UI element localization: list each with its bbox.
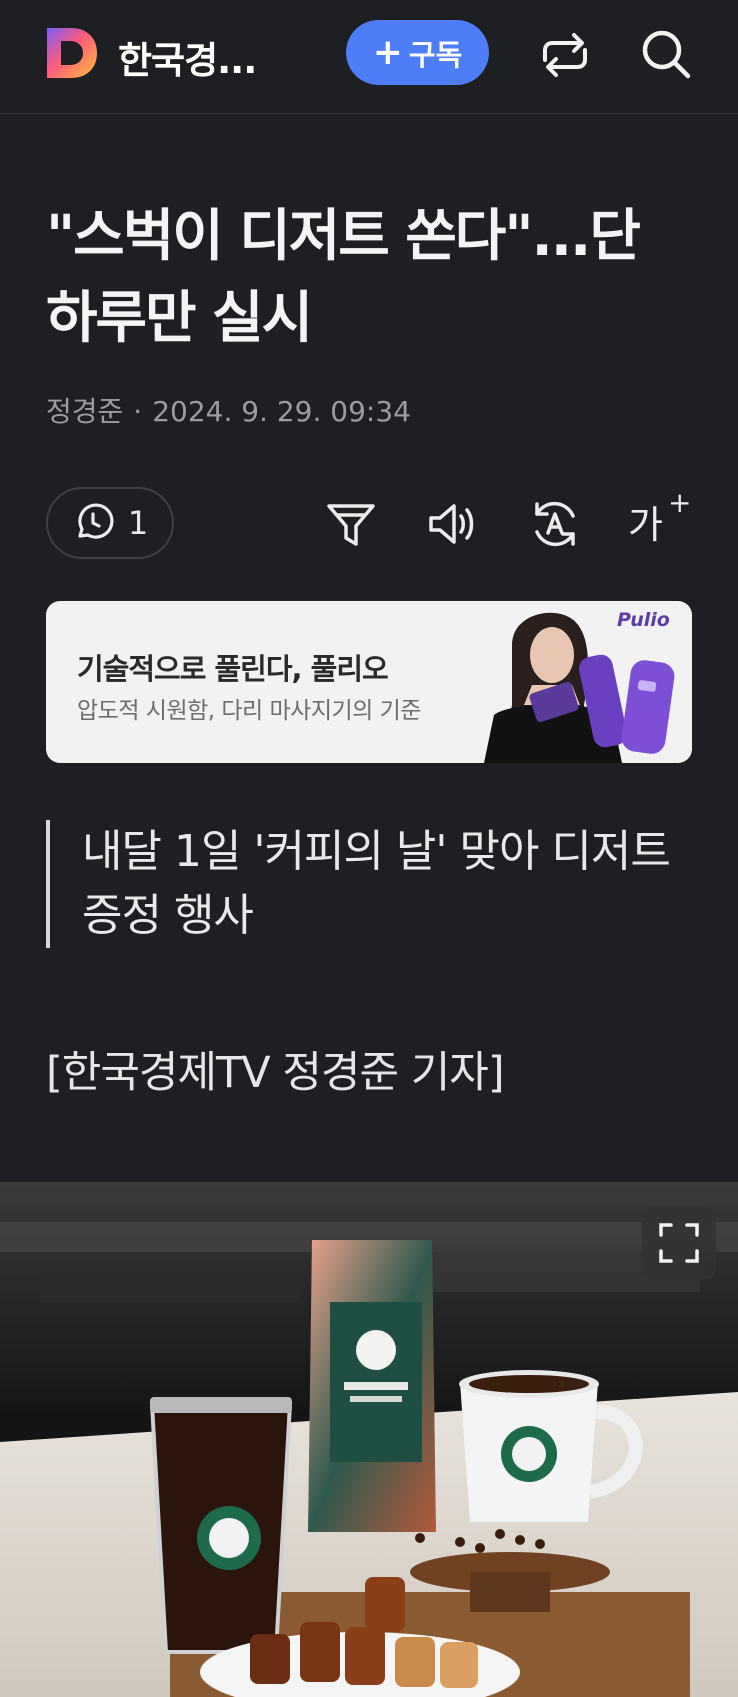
fullscreen-icon [659,1223,699,1263]
byline-separator: · [133,395,143,428]
plus-icon: + [372,31,403,73]
subscribe-label: 구독 [408,37,463,72]
article-title: "스벅이 디저트 쏜다"...단 하루만 실시 [46,204,641,351]
speaker-icon[interactable] [425,496,481,552]
comment-count: 1 [127,504,149,542]
article-subheading: 내달 1일 '커피의 날' 맞아 디저트 증정 행사 [46,820,696,948]
byline: 정경준 · 2024. 9. 29. 09:34 [46,390,411,430]
publisher-name[interactable]: 한국경... [118,30,257,84]
subscribe-button[interactable]: + 구독 [346,20,489,85]
font-size-plus: + [668,486,692,519]
author-name[interactable]: 정경준 [46,395,123,428]
filter-icon[interactable] [323,496,379,552]
fullscreen-button[interactable] [642,1206,716,1280]
ad-product-image [579,654,675,754]
share-icon[interactable] [537,26,593,82]
ad-title: 기술적으로 풀린다, 풀리오 [77,652,389,686]
font-size-button[interactable]: 가 + [628,486,691,550]
font-size-label: 가 [628,503,663,547]
auto-translate-icon[interactable] [527,496,583,552]
reporter-credit: [한국경제TV 정경준 기자] [46,1048,505,1098]
ad-subtitle: 압도적 시원함, 다리 마사지기의 기준 [77,698,421,724]
publish-datetime: 2024. 9. 29. 09:34 [152,395,411,428]
article-photo[interactable] [0,1182,738,1697]
comment-button[interactable]: 1 [46,487,174,559]
ad-brand: Pulio [617,609,670,631]
top-bar: 한국경... + 구독 [0,0,738,114]
search-icon[interactable] [638,26,694,82]
ad-banner[interactable]: 기술적으로 풀린다, 풀리오 압도적 시원함, 다리 마사지기의 기준 Puli… [46,601,692,763]
logo-icon[interactable] [45,26,99,80]
comment-clock-icon [78,503,114,539]
